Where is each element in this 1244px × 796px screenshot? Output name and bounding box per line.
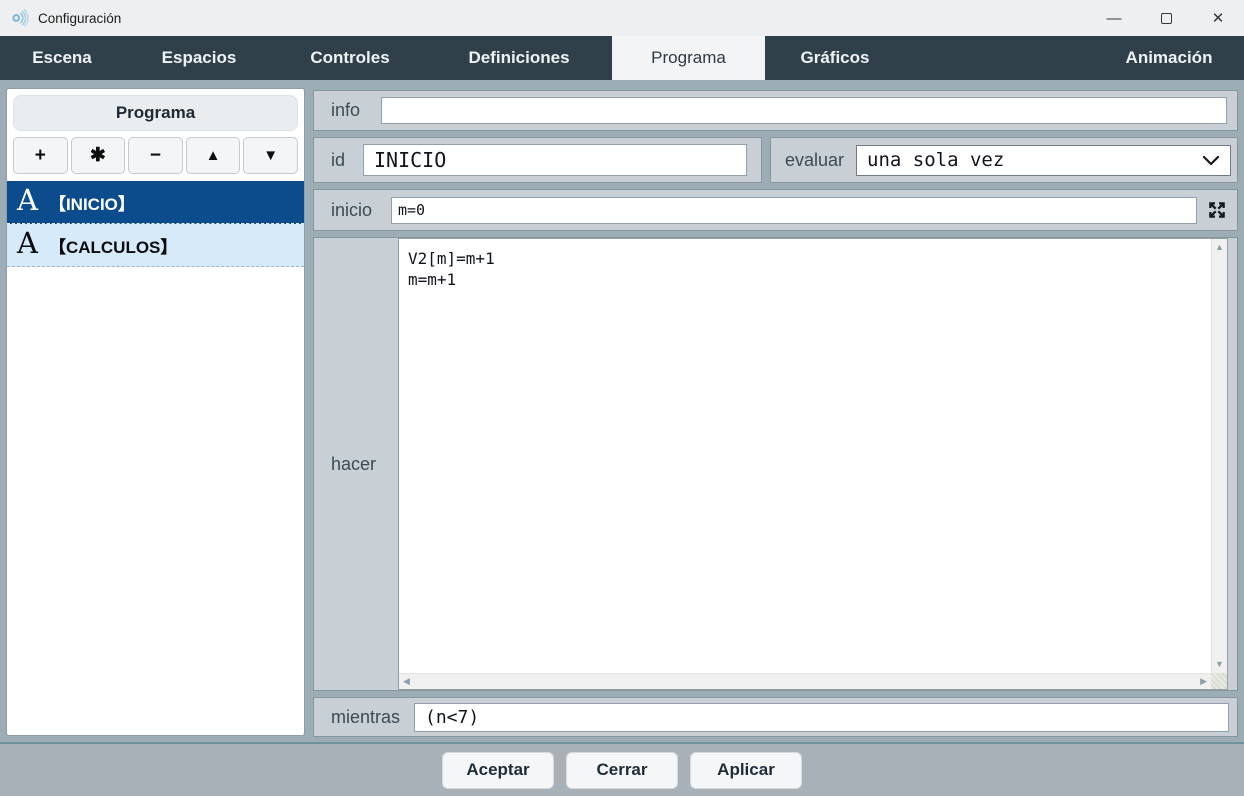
configuration-window: Configuración — ✕ Escena Espacios Contro… [0,0,1244,796]
close-button[interactable]: ✕ [1192,0,1244,36]
plus-icon: + [34,144,46,166]
panel-title: Programa [13,95,298,131]
scroll-right-icon[interactable]: ▶ [1200,677,1207,686]
window-title: Configuración [38,10,122,26]
hacer-code-editor[interactable]: V2[m]=m+1 m=m+1 ▲ ▼ ◀ ▶ [398,238,1228,690]
program-list: A 【INICIO】 A 【CALCULOS】 [7,181,304,267]
close-dialog-button[interactable]: Cerrar [566,751,678,789]
id-row: id [313,137,762,183]
hacer-row: hacer V2[m]=m+1 m=m+1 ▲ ▼ ◀ ▶ [313,237,1238,691]
program-list-panel: Programa + ✱ − ▲ ▼ A 【INICIO】 A 【CALCULO… [6,88,305,736]
list-item-label: 【CALCULOS】 [48,237,178,257]
info-row: info [313,90,1238,131]
mientras-row: mientras [313,697,1238,737]
close-icon: ✕ [1211,10,1225,27]
asterisk-icon: ✱ [89,145,106,166]
hacer-label: hacer [331,453,377,474]
arrow-down-icon: ▼ [263,147,279,164]
minimize-icon: — [1106,9,1122,27]
inicio-row: inicio [313,189,1238,231]
move-down-button[interactable]: ▼ [243,137,298,174]
mientras-label: mientras [331,706,401,727]
hacer-label-column: hacer [314,238,398,690]
maximize-button[interactable] [1140,0,1192,36]
evaluar-label: evaluar [785,149,845,170]
chevron-down-icon [1202,155,1220,166]
evaluar-row: evaluar una sola vez [770,137,1238,183]
tab-escena[interactable]: Escena [0,36,124,80]
maximize-icon [1160,12,1172,24]
apply-button[interactable]: Aplicar [690,751,802,789]
vertical-scrollbar[interactable]: ▲ ▼ [1211,239,1227,673]
list-item-label: 【INICIO】 [48,194,135,214]
tab-programa[interactable]: Programa [612,36,765,80]
id-label: id [331,149,346,170]
evaluar-selected-option: una sola vez [867,149,1005,171]
scroll-up-icon[interactable]: ▲ [1215,239,1224,256]
text-type-icon: A [17,182,38,217]
scroll-left-icon[interactable]: ◀ [403,677,410,686]
expand-arrows-icon [1209,202,1225,218]
list-toolbar: + ✱ − ▲ ▼ [13,137,298,174]
scrollbar-corner [1211,673,1227,689]
list-item-inicio[interactable]: A 【INICIO】 [7,181,304,224]
minus-icon: − [149,144,162,166]
arrow-up-icon: ▲ [205,147,221,164]
tab-controles[interactable]: Controles [274,36,426,80]
app-logo-icon [12,9,29,27]
tab-definiciones[interactable]: Definiciones [426,36,612,80]
list-item-calculos[interactable]: A 【CALCULOS】 [7,224,304,267]
info-input[interactable] [381,97,1227,124]
text-type-icon: A [17,225,38,260]
main-area: Programa + ✱ − ▲ ▼ A 【INICIO】 A 【CALCULO… [0,80,1244,742]
duplicate-item-button[interactable]: ✱ [70,137,126,174]
expand-editor-button[interactable] [1199,192,1235,228]
scroll-down-icon[interactable]: ▼ [1215,656,1224,673]
hacer-code-text[interactable]: V2[m]=m+1 m=m+1 [399,239,1227,316]
add-item-button[interactable]: + [13,137,68,174]
tab-animacion[interactable]: Animación [1094,36,1244,80]
mientras-input[interactable] [414,702,1229,732]
horizontal-scrollbar[interactable]: ◀ ▶ [399,673,1211,689]
move-up-button[interactable]: ▲ [185,137,241,174]
info-label: info [331,100,361,120]
inicio-input[interactable] [391,196,1197,224]
title-bar: Configuración — ✕ [0,0,1244,36]
evaluar-select[interactable]: una sola vez [856,144,1231,176]
inicio-label: inicio [331,199,373,220]
minimize-button[interactable]: — [1088,0,1140,36]
id-input[interactable] [363,144,747,176]
tab-graficos[interactable]: Gráficos [765,36,905,80]
window-controls: — ✕ [1088,0,1244,36]
remove-item-button[interactable]: − [128,137,183,174]
tab-espacios[interactable]: Espacios [124,36,274,80]
tabbar-spacer [905,36,1094,80]
config-tab-bar: Escena Espacios Controles Definiciones P… [0,36,1244,80]
accept-button[interactable]: Aceptar [442,751,554,789]
dialog-footer: Aceptar Cerrar Aplicar [0,742,1244,796]
